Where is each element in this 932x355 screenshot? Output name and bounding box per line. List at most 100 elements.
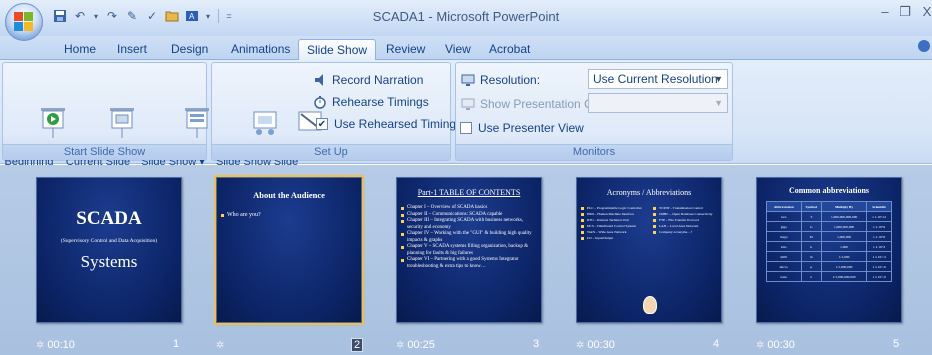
slide-thumbnail[interactable]: Part-1 TABLE OF CONTENTS Chapter I – Ove…	[396, 177, 542, 323]
group-start-slide-show: From Beginning From Current Slide Custom…	[2, 62, 210, 168]
monitor-disabled-icon	[460, 96, 476, 112]
tab-animations[interactable]: Animations	[223, 39, 298, 60]
monitor-icon	[460, 72, 476, 88]
slide-bullet: Chapter III – Integrating SCADA with bus…	[397, 218, 537, 231]
slide-bullet: Company acronyms…?	[649, 229, 721, 235]
table-cell: nano	[766, 271, 802, 282]
transition-star-icon[interactable]: ✲	[216, 340, 224, 351]
slide-bullet: Chapter V – SCADA systems filling organi…	[397, 244, 537, 257]
use-presenter-view-checkbox[interactable]: Use Presenter View	[460, 119, 584, 137]
slide-bullet: Who are you?	[217, 212, 361, 219]
table-header-cell: Abbreviation	[766, 201, 802, 212]
checkbox-checked-icon[interactable]: ✔	[316, 118, 328, 130]
resolution-value: Use Current Resolution	[593, 72, 718, 86]
record-narration-button[interactable]: Record Narration	[312, 71, 423, 89]
table-cell: 1 x 10^-3	[866, 251, 892, 262]
table-cell: milli	[766, 251, 802, 262]
slide-time: 00:30	[587, 339, 615, 351]
use-rehearsed-timings-label: Use Rehearsed Timings	[334, 117, 463, 131]
slide-time: 00:30	[767, 339, 795, 351]
table-cell: tera	[766, 211, 802, 222]
group-label-start-slide-show: Start Slide Show	[3, 144, 206, 160]
table-cell: 1,000,000,000,000	[820, 211, 868, 222]
use-rehearsed-timings-checkbox[interactable]: ✔ Use Rehearsed Timings	[316, 115, 462, 133]
table-cell: 1,000,000	[820, 231, 868, 242]
slide-subtitle: (Supervisory Control and Data Acquisitio…	[60, 238, 158, 244]
table-row: micro µ 1/1,000,000 1 x 10^-6	[766, 261, 892, 272]
table-header-cell: Symbol	[800, 201, 822, 212]
slide-bullet: Chapter VI – Partnering with a good Syst…	[397, 257, 537, 270]
slide-bullet: I/O – Input/Output	[577, 235, 649, 241]
slide-bullets: PLC – Programmable Logic Controller HMI …	[577, 205, 721, 241]
table-header-cell: Multiply By	[820, 201, 868, 212]
slide-thumbnail[interactable]: Acronyms / Abbreviations PLC – Programma…	[576, 177, 722, 323]
show-presentation-on-label: Show Presentation On:	[480, 97, 604, 111]
help-icon[interactable]	[918, 40, 930, 52]
table-cell: 1/1,000	[820, 251, 868, 262]
tab-home[interactable]: Home	[56, 39, 104, 60]
table-cell: micro	[766, 261, 802, 272]
slide-title: Part-1 TABLE OF CONTENTS	[417, 188, 521, 197]
slide-sorter: SCADA (Supervisory Control and Data Acqu…	[0, 165, 932, 355]
tab-insert[interactable]: Insert	[109, 39, 155, 60]
close-button[interactable]: X	[918, 4, 932, 19]
tab-design[interactable]: Design	[163, 39, 216, 60]
resolution-dropdown[interactable]: Use Current Resolution ▼	[588, 69, 728, 89]
table-cell: 1 x 10^9	[866, 221, 892, 232]
slide-number: 1	[173, 338, 180, 350]
slide-thumbnail[interactable]: About the Audience Who are you?	[214, 175, 364, 325]
slide-title-line2: Systems	[80, 252, 138, 271]
slide-number: 4	[713, 338, 720, 350]
transition-star-icon[interactable]: ✲	[36, 340, 44, 351]
slide-thumbnail[interactable]: SCADA (Supervisory Control and Data Acqu…	[36, 177, 182, 323]
minimize-button[interactable]: –	[876, 4, 894, 19]
table-cell: k	[800, 241, 822, 252]
table-cell: kilo	[766, 241, 802, 252]
slide-bullets: Chapter I – Overview of SCADA basics Cha…	[397, 205, 541, 270]
slide-bullet: Chapter IV – Working with the "GUI" & bu…	[397, 231, 537, 244]
show-presentation-on-row: Show Presentation On:	[460, 95, 603, 113]
tab-slide-show[interactable]: Slide Show	[298, 39, 377, 61]
record-narration-icon	[312, 72, 328, 88]
title-bar: ↶ ▾ ↷ ✎ ✓ A ▾ = SCADA1 - Microsoft Power…	[0, 0, 932, 36]
transition-star-icon[interactable]: ✲	[576, 340, 584, 351]
resolution-label: Resolution:	[480, 73, 541, 87]
table-header-cell: Scientific	[866, 201, 892, 212]
abbreviation-table: Abbreviation Symbol Multiply By Scientif…	[766, 201, 892, 282]
slide-title: About the Audience	[253, 190, 325, 200]
transition-star-icon[interactable]: ✲	[396, 340, 404, 351]
table-cell: 1 x 10^3	[866, 241, 892, 252]
restore-button[interactable]: ❐	[896, 4, 914, 20]
slide-title: Common abbreviations	[788, 186, 870, 195]
group-set-up: Set Up Slide Show Hide Slide Record Narr…	[211, 62, 462, 168]
table-row: kilo k 1,000 1 x 10^3	[766, 241, 892, 252]
slide-time: 00:25	[407, 339, 435, 351]
chevron-down-icon: ▼	[714, 98, 723, 108]
show-presentation-on-dropdown[interactable]: ▼	[588, 93, 728, 113]
office-button[interactable]	[5, 3, 43, 41]
tab-review[interactable]: Review	[378, 39, 433, 60]
tab-acrobat[interactable]: Acrobat	[481, 39, 538, 60]
table-row: mega M 1,000,000 1 x 10^6	[766, 231, 892, 242]
table-row: milli m 1/1,000 1 x 10^-3	[766, 251, 892, 262]
setup-slideshow-icon	[226, 93, 277, 135]
table-row: giga G 1,000,000,000 1 x 10^9	[766, 221, 892, 232]
rehearse-timings-button[interactable]: Rehearse Timings	[312, 93, 429, 111]
table-cell: 1/1,000,000	[820, 261, 868, 272]
table-cell: m	[800, 251, 822, 262]
tab-view[interactable]: View	[437, 39, 479, 60]
slide-thumbnail[interactable]: Common abbreviations Abbreviation Symbol…	[756, 177, 902, 323]
resolution-label-row: Resolution:	[460, 71, 540, 89]
table-row: tera T 1,000,000,000,000 1 x 10^12	[766, 211, 892, 222]
table-cell: giga	[766, 221, 802, 232]
transition-star-icon[interactable]: ✲	[756, 340, 764, 351]
slide-timing: ✲ 00:25	[396, 338, 435, 352]
table-cell: 1/1,000,000,000	[820, 271, 868, 282]
checkbox-unchecked-icon[interactable]	[460, 122, 472, 134]
record-narration-label: Record Narration	[332, 73, 424, 87]
table-cell: T	[800, 211, 822, 222]
table-cell: 1,000	[820, 241, 868, 252]
slide-timing: ✲	[216, 338, 227, 352]
custom-show-icon	[158, 93, 210, 138]
slide-timing: ✲ 00:30	[576, 338, 615, 352]
